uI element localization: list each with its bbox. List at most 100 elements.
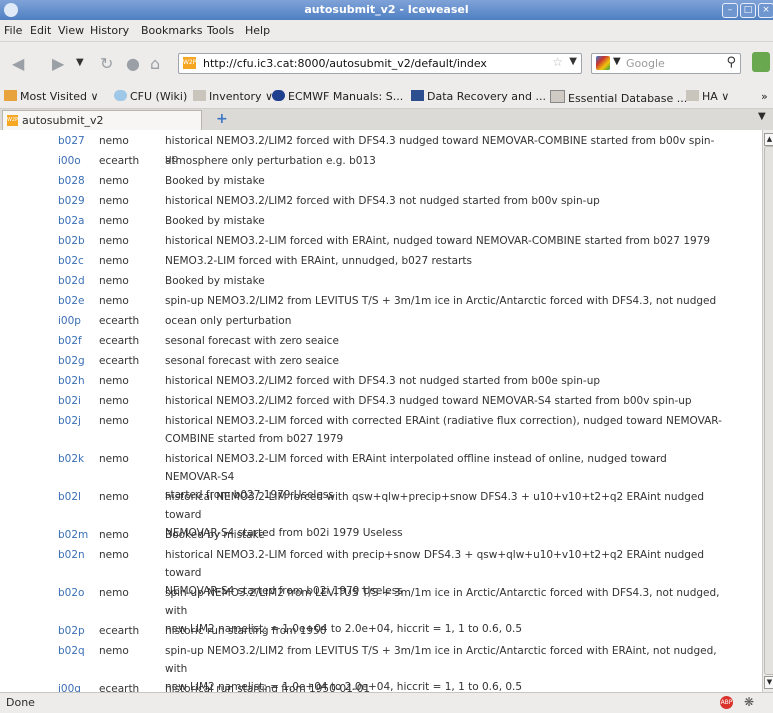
experiment-id-link[interactable]: b02p — [58, 622, 85, 640]
minimize-icon[interactable]: – — [722, 3, 738, 18]
experiment-id-link[interactable]: b02j — [58, 412, 81, 430]
experiment-description: ocean only perturbation — [165, 312, 725, 330]
folder-icon — [686, 90, 699, 101]
experiment-id-link[interactable]: b02l — [58, 488, 81, 506]
description-line: atmosphere only perturbation e.g. b013 — [165, 155, 376, 167]
url-text[interactable]: http://cfu.ic3.cat:8000/autosubmit_v2/de… — [203, 57, 487, 70]
experiment-description: Booked by mistake — [165, 526, 725, 544]
description-line: sesonal forecast with zero seaice — [165, 335, 339, 347]
description-line: COMBINE started from b027 1979 — [165, 433, 344, 445]
forward-icon[interactable]: ▶ — [52, 54, 64, 73]
tab-strip: W2P autosubmit_v2 — [0, 109, 773, 131]
experiment-id-link[interactable]: b02m — [58, 526, 88, 544]
site-favicon-icon: W2P — [183, 57, 196, 69]
scroll-up-icon[interactable]: ▲ — [764, 133, 773, 146]
experiment-model: nemo — [99, 135, 129, 147]
experiment-model: nemo — [99, 549, 129, 561]
experiment-model: nemo — [99, 295, 129, 307]
experiment-id-link[interactable]: i00p — [58, 312, 81, 330]
folder-icon — [4, 90, 17, 101]
description-line: historical NEMO3.2-LIM forced with preci… — [165, 549, 705, 579]
close-icon[interactable]: × — [758, 3, 773, 18]
description-line: historical NEMO3.2-LIM forced with ERAin… — [165, 235, 711, 247]
bookmark-star-icon[interactable]: ☆ — [552, 55, 563, 69]
extension-icon[interactable] — [752, 52, 770, 72]
history-dropdown-icon[interactable]: ▼ — [76, 57, 84, 68]
experiment-id-link[interactable]: b027 — [58, 132, 85, 150]
back-icon[interactable]: ◀ — [12, 54, 24, 73]
menu-view[interactable]: View — [58, 24, 84, 37]
bookmark-most-visited[interactable]: Most Visited ∨ — [4, 90, 99, 103]
home-icon[interactable]: ⌂ — [150, 54, 160, 73]
search-engine-dropdown-icon[interactable]: ▼ — [613, 56, 621, 67]
experiment-id-link[interactable]: b02g — [58, 352, 85, 370]
experiment-id-link[interactable]: b028 — [58, 172, 85, 190]
bookmark-ecmwf[interactable]: ECMWF Manuals: S... — [272, 90, 403, 103]
search-engine-icon[interactable] — [596, 56, 610, 70]
description-line: spin-up NEMO3.2/LIM2 from LEVITUS T/S + … — [165, 645, 717, 675]
experiment-description: spin-up NEMO3.2/LIM2 from LEVITUS T/S + … — [165, 292, 725, 310]
firebug-icon[interactable]: ❋ — [744, 695, 754, 709]
menu-history[interactable]: History — [90, 24, 129, 37]
experiment-description: NEMO3.2-LIM forced with ERAint, unnudged… — [165, 252, 725, 270]
adblock-icon[interactable]: ABP — [720, 696, 733, 709]
experiment-model: nemo — [99, 255, 129, 267]
description-line: Booked by mistake — [165, 275, 265, 287]
experiment-id-link[interactable]: b02d — [58, 272, 85, 290]
bookmark-cfu-wiki[interactable]: CFU (Wiki) — [114, 90, 187, 103]
search-icon[interactable]: ⚲ — [726, 55, 736, 70]
tab-list-dropdown-icon[interactable]: ▼ — [758, 111, 766, 122]
experiment-id-link[interactable]: b02f — [58, 332, 82, 350]
maximize-icon[interactable]: □ — [740, 3, 756, 18]
bookmark-essential-database[interactable]: Essential Database ... — [550, 90, 687, 105]
experiment-description: Booked by mistake — [165, 212, 725, 230]
description-line: historical NEMO3.2-LIM forced with ERAin… — [165, 453, 667, 483]
bookmarks-overflow-button[interactable]: » — [761, 90, 768, 103]
url-bar[interactable]: W2P http://cfu.ic3.cat:8000/autosubmit_v… — [178, 53, 582, 74]
experiment-id-link[interactable]: b02k — [58, 450, 84, 468]
search-placeholder[interactable]: Google — [626, 57, 665, 70]
experiment-id-link[interactable]: b02a — [58, 212, 84, 230]
experiment-id-link[interactable]: b02b — [58, 232, 85, 250]
experiment-model: nemo — [99, 275, 129, 287]
tab-favicon-icon: W2P — [7, 115, 18, 126]
menu-tools[interactable]: Tools — [207, 24, 234, 37]
tab-autosubmit[interactable]: W2P autosubmit_v2 — [2, 110, 202, 131]
experiment-model: nemo — [99, 645, 129, 657]
experiment-model: nemo — [99, 395, 129, 407]
scroll-down-icon[interactable]: ▼ — [764, 676, 773, 689]
status-text: Done — [6, 696, 35, 709]
experiment-id-link[interactable]: b02h — [58, 372, 85, 390]
menu-bar: File Edit View History Bookmarks Tools H… — [0, 20, 773, 42]
experiment-id-link[interactable]: i00q — [58, 680, 81, 692]
description-line: historical run starting from 1950-01-01 — [165, 683, 371, 692]
bookmark-inventory[interactable]: Inventory ∨ — [193, 90, 273, 103]
experiment-model: nemo — [99, 215, 129, 227]
url-dropdown-icon[interactable]: ▼ — [569, 56, 577, 67]
experiment-id-link[interactable]: i00o — [58, 152, 81, 170]
menu-edit[interactable]: Edit — [30, 24, 51, 37]
experiment-id-link[interactable]: b02i — [58, 392, 81, 410]
experiment-id-link[interactable]: b02n — [58, 546, 85, 564]
description-line: NEMO3.2-LIM forced with ERAint, unnudged… — [165, 255, 473, 267]
experiment-description: historical NEMO3.2/LIM2 forced with DFS4… — [165, 192, 725, 210]
menu-bookmarks[interactable]: Bookmarks — [141, 24, 202, 37]
experiment-id-link[interactable]: b02o — [58, 584, 84, 602]
reload-icon[interactable]: ↻ — [100, 54, 113, 73]
scrollbar-thumb[interactable] — [764, 146, 773, 675]
menu-file[interactable]: File — [4, 24, 22, 37]
experiment-id-link[interactable]: b02c — [58, 252, 84, 270]
experiment-id-link[interactable]: b02q — [58, 642, 85, 660]
page-content: b027 nemo historical NEMO3.2/LIM2 forced w… — [0, 130, 762, 692]
description-line: historical NEMO3.2/LIM2 forced with DFS4… — [165, 195, 600, 207]
menu-help[interactable]: Help — [245, 24, 270, 37]
window-title: autosubmit_v2 - Iceweasel — [304, 3, 469, 16]
stop-icon[interactable]: ● — [126, 54, 140, 73]
bookmark-data-recovery[interactable]: Data Recovery and ... — [411, 90, 546, 103]
new-tab-button[interactable]: + — [216, 111, 228, 127]
experiment-id-link[interactable]: b029 — [58, 192, 85, 210]
bookmark-ha[interactable]: HA ∨ — [686, 90, 729, 103]
vertical-scrollbar[interactable]: ▲ ▼ — [762, 130, 773, 692]
experiment-id-link[interactable]: b02e — [58, 292, 85, 310]
search-bar[interactable]: ▼ Google ⚲ — [591, 53, 741, 74]
